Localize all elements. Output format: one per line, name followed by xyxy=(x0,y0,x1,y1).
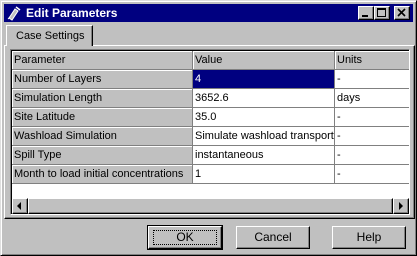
arrow-right-icon xyxy=(399,202,403,210)
help-button-label: Help xyxy=(356,230,382,244)
table-row[interactable]: Number of Layers 4 - xyxy=(12,70,409,89)
parameter-cell: Washload Simulation xyxy=(12,127,193,146)
units-cell: - xyxy=(335,146,409,165)
scroll-right-button[interactable] xyxy=(393,198,409,214)
value-cell[interactable]: instantaneous xyxy=(193,146,335,165)
table-row[interactable]: Spill Type instantaneous - xyxy=(12,146,409,165)
value-cell[interactable]: Simulate washload transport xyxy=(193,127,335,146)
arrow-left-icon xyxy=(17,202,21,210)
value-cell[interactable]: 35.0 xyxy=(193,108,335,127)
parameters-app-icon[interactable] xyxy=(6,5,22,21)
column-header-value[interactable]: Value xyxy=(193,51,335,70)
title-bar[interactable]: Edit Parameters xyxy=(4,4,413,22)
grid-header-row: Parameter Value Units xyxy=(12,51,409,70)
close-button[interactable] xyxy=(394,6,410,20)
parameter-cell: Number of Layers xyxy=(12,70,193,89)
units-cell: - xyxy=(335,70,409,89)
column-header-parameter[interactable]: Parameter xyxy=(12,51,193,70)
help-button[interactable]: Help xyxy=(332,226,406,249)
parameter-cell: Month to load initial concentrations xyxy=(12,165,193,184)
parameter-cell: Simulation Length xyxy=(12,89,193,108)
minimize-icon xyxy=(362,15,368,17)
minimize-button[interactable] xyxy=(358,6,374,20)
table-row[interactable]: Month to load initial concentrations 1 - xyxy=(12,165,409,184)
window-title: Edit Parameters xyxy=(26,6,118,20)
cancel-button-label: Cancel xyxy=(254,230,292,244)
focus-rect xyxy=(153,230,217,245)
close-icon xyxy=(397,8,406,17)
tab-case-settings[interactable]: Case Settings xyxy=(6,25,93,46)
scroll-left-button[interactable] xyxy=(12,198,28,214)
units-cell: - xyxy=(335,108,409,127)
scroll-thumb[interactable] xyxy=(28,198,393,214)
units-cell: - xyxy=(335,165,409,184)
maximize-button[interactable] xyxy=(374,6,390,20)
cancel-button[interactable]: Cancel xyxy=(236,226,310,249)
edit-parameters-dialog: Edit Parameters Case Settings Parameter … xyxy=(0,0,417,256)
ok-button[interactable]: OK xyxy=(147,225,223,250)
units-cell: days xyxy=(335,89,409,108)
value-cell[interactable]: 1 xyxy=(193,165,335,184)
maximize-icon xyxy=(377,8,386,17)
table-row[interactable]: Washload Simulation Simulate washload tr… xyxy=(12,127,409,146)
value-cell[interactable]: 4 xyxy=(193,70,335,89)
table-row[interactable]: Site Latitude 35.0 - xyxy=(12,108,409,127)
value-cell[interactable]: 3652.6 xyxy=(193,89,335,108)
tab-label: Case Settings xyxy=(16,30,85,42)
table-row[interactable]: Simulation Length 3652.6 days xyxy=(12,89,409,108)
parameter-cell: Site Latitude xyxy=(12,108,193,127)
units-cell: - xyxy=(335,127,409,146)
parameters-grid[interactable]: Parameter Value Units Number of Layers 4… xyxy=(10,49,410,215)
parameter-cell: Spill Type xyxy=(12,146,193,165)
column-header-units[interactable]: Units xyxy=(335,51,409,70)
horizontal-scrollbar[interactable] xyxy=(12,198,409,214)
